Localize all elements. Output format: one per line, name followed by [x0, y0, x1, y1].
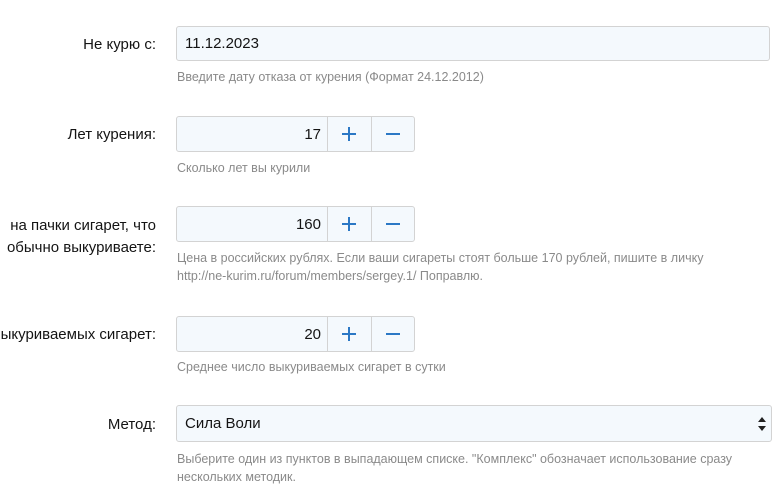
- minus-icon: [385, 327, 400, 341]
- plus-icon: [342, 127, 357, 141]
- plus-icon: [342, 327, 357, 341]
- pack-price-input[interactable]: [177, 207, 327, 241]
- pack-price-label-line2: обычно выкуриваете:: [6, 239, 156, 256]
- minus-icon: [385, 217, 400, 231]
- years-smoking-input[interactable]: [177, 117, 327, 151]
- cigarettes-per-day-label: ыкуриваемых сигарет:: [0, 326, 156, 343]
- cigarettes-per-day-decrement-button[interactable]: [370, 317, 415, 351]
- quit-date-hint: Введите дату отказа от курения (Формат 2…: [177, 70, 484, 84]
- years-smoking-increment-button[interactable]: [327, 117, 371, 151]
- cigarettes-per-day-input[interactable]: [177, 317, 327, 351]
- cigarettes-per-day-hint: Среднее число выкуриваемых сигарет в сут…: [177, 360, 446, 374]
- minus-icon: [385, 127, 400, 141]
- years-smoking-decrement-button[interactable]: [370, 117, 415, 151]
- method-selected-value: Сила Воли: [185, 415, 261, 432]
- quit-date-label: Не курю с:: [83, 36, 156, 53]
- method-hint-line1: Выберите один из пунктов в выпадающем сп…: [177, 452, 733, 466]
- years-smoking-hint: Сколько лет вы курили: [177, 161, 311, 175]
- quit-date-input[interactable]: [176, 26, 770, 61]
- pack-price-hint-line1: Цена в российских рублях. Если ваши сига…: [177, 251, 704, 265]
- pack-price-label-line1: на пачки сигарет, что: [10, 217, 156, 234]
- smoking-profile-form: Не курю с: Введите дату отказа от курени…: [0, 0, 783, 486]
- method-label: Метод:: [107, 416, 156, 433]
- cigarettes-per-day-stepper: [176, 316, 415, 352]
- method-hint-line2: нескольких методик.: [177, 470, 296, 484]
- cigarettes-per-day-increment-button[interactable]: [327, 317, 371, 351]
- pack-price-stepper: [176, 206, 415, 242]
- select-arrows-icon: [758, 417, 766, 431]
- years-smoking-stepper: [176, 116, 415, 152]
- method-select[interactable]: Сила Воли: [176, 405, 772, 442]
- plus-icon: [342, 217, 357, 231]
- pack-price-hint-line2: http://ne-kurim.ru/forum/members/sergey.…: [177, 269, 484, 283]
- pack-price-increment-button[interactable]: [327, 207, 371, 241]
- years-smoking-label: Лет курения:: [67, 126, 156, 143]
- pack-price-decrement-button[interactable]: [370, 207, 415, 241]
